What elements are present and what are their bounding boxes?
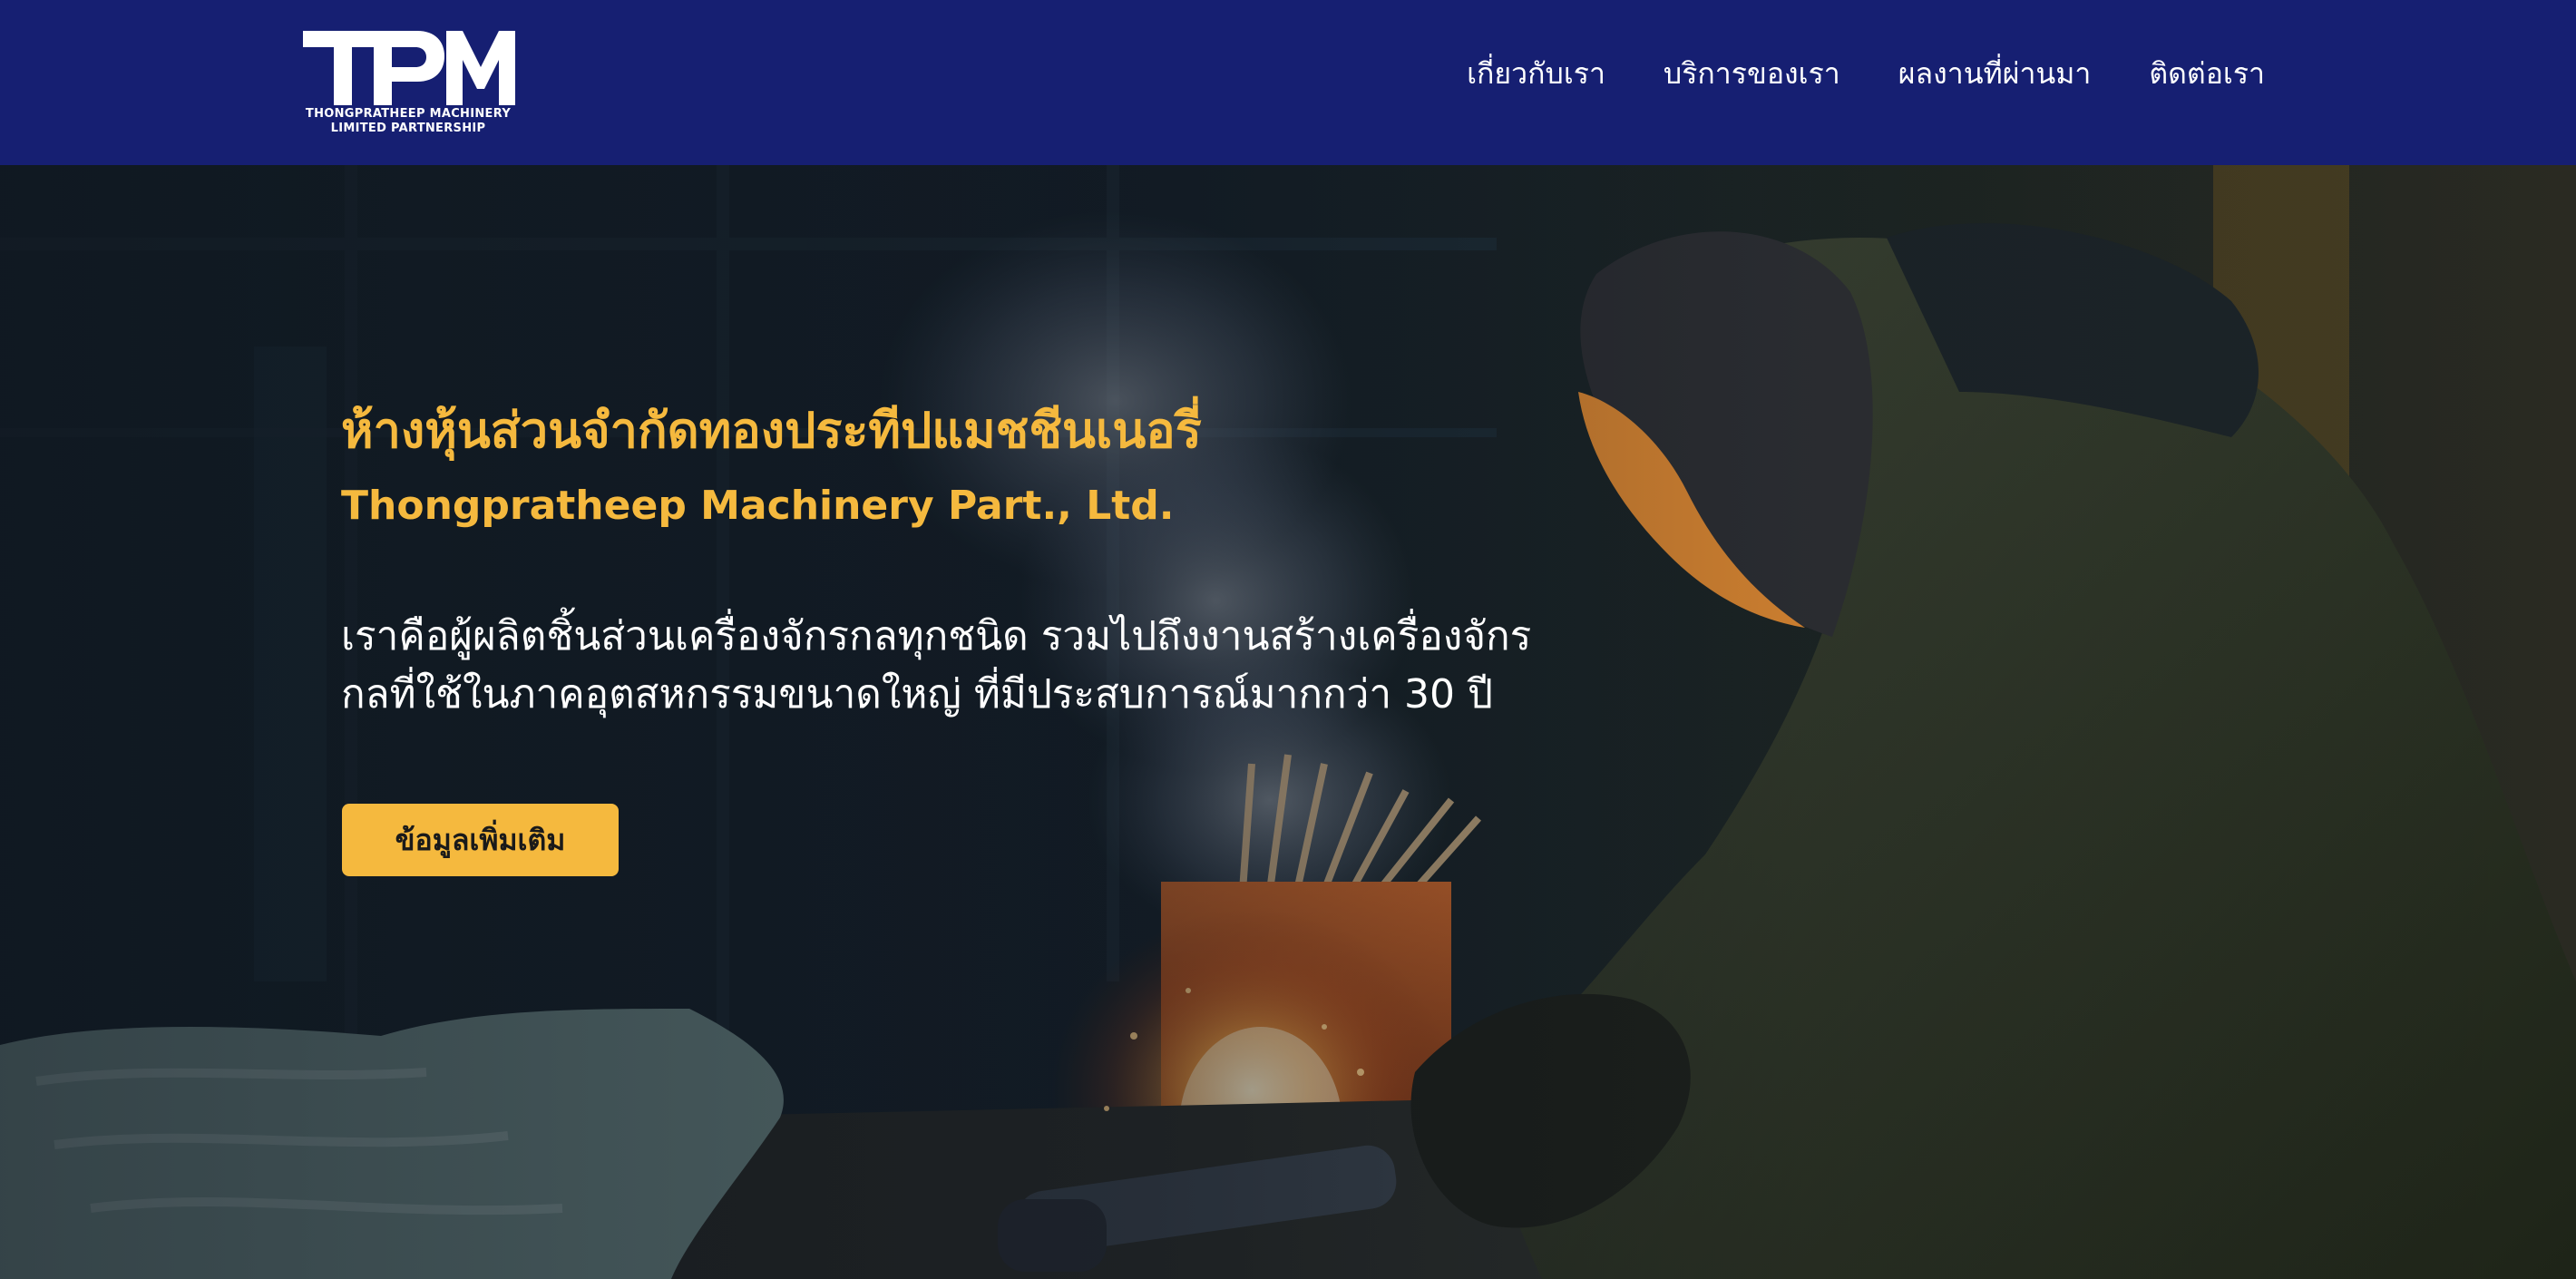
main-nav: เกี่ยวกับเรา บริการของเรา ผลงานที่ผ่านมา… xyxy=(1467,51,2265,96)
hero-description-line-2: กลที่ใช้ในภาคอุตสหกรรมขนาดใหญ่ ที่มีประส… xyxy=(341,671,1493,718)
hero-description-line-1: เราคือผู้ผลิตชิ้นส่วนเครื่องจักรกลทุกชนิ… xyxy=(341,613,1532,659)
hero-description: เราคือผู้ผลิตชิ้นส่วนเครื่องจักรกลทุกชนิ… xyxy=(341,608,1611,724)
logo-line-1: THONGPRATHEEP MACHINERY xyxy=(305,107,512,121)
nav-about[interactable]: เกี่ยวกับเรา xyxy=(1467,51,1605,96)
hero-section: ห้างหุ้นส่วนจำกัดทองประทีปแมชชีนเนอรี่ T… xyxy=(0,165,2576,1279)
more-info-button[interactable]: ข้อมูลเพิ่มเติม xyxy=(342,804,619,876)
nav-portfolio[interactable]: ผลงานที่ผ่านมา xyxy=(1898,51,2092,96)
hero-title-english: Thongpratheep Machinery Part., Ltd. xyxy=(341,483,1175,529)
tpm-logo-mark xyxy=(303,31,515,105)
page: THONGPRATHEEP MACHINERY LIMITED PARTNERS… xyxy=(0,0,2576,1279)
hero-title-thai: ห้างหุ้นส่วนจำกัดทองประทีปแมชชีนเนอรี่ xyxy=(341,402,1202,459)
navbar: THONGPRATHEEP MACHINERY LIMITED PARTNERS… xyxy=(0,0,2576,165)
nav-services[interactable]: บริการของเรา xyxy=(1664,51,1840,96)
company-logo[interactable]: THONGPRATHEEP MACHINERY LIMITED PARTNERS… xyxy=(299,27,517,138)
nav-contact[interactable]: ติดต่อเรา xyxy=(2149,51,2265,96)
logo-line-2: LIMITED PARTNERSHIP xyxy=(330,122,486,135)
